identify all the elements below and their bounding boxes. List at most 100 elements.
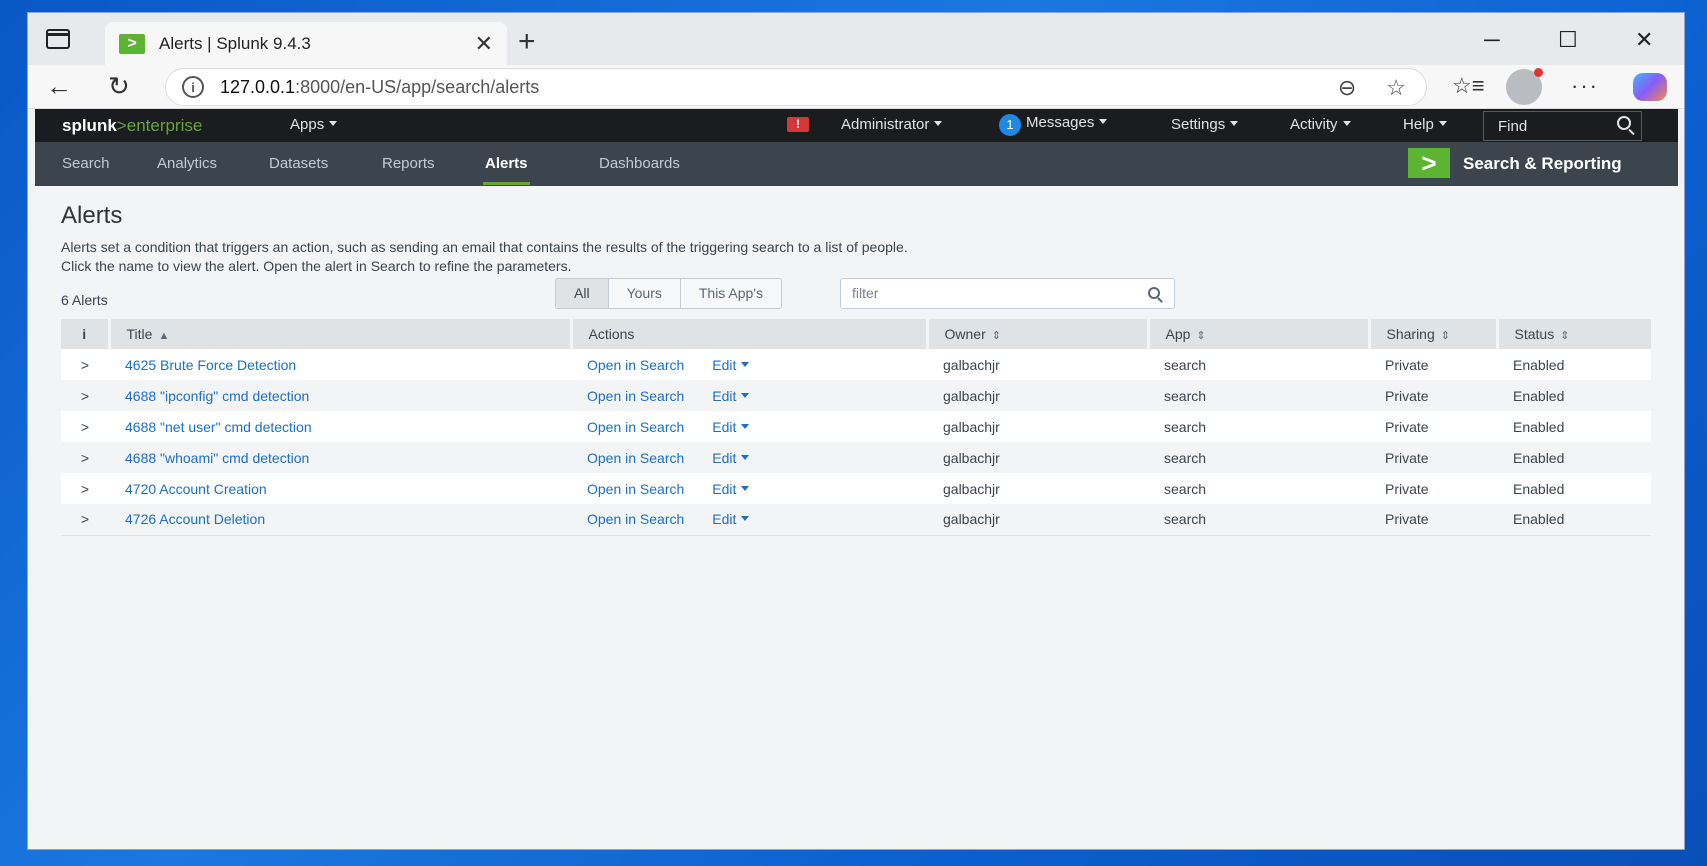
info-column-header: i (61, 319, 111, 349)
edit-menu[interactable]: Edit (712, 418, 750, 435)
expand-row-icon[interactable]: > (61, 411, 109, 442)
splunk-logo[interactable]: splunk>enterprise (62, 116, 202, 136)
actions-column-header: Actions (571, 319, 929, 349)
alert-title-link[interactable]: 4625 Brute Force Detection (125, 357, 296, 373)
sort-icon: ⇕ (1440, 330, 1450, 342)
zoom-out-icon[interactable]: ⊖ (1338, 75, 1356, 101)
alert-title-link[interactable]: 4688 "ipconfig" cmd detection (125, 388, 309, 404)
edit-menu[interactable]: Edit (712, 481, 750, 497)
open-in-search-link[interactable]: Open in Search (587, 388, 684, 404)
app-cell: search (1148, 442, 1369, 473)
owner-cell: galbachjr (927, 442, 1148, 473)
tab-strip: > Alerts | Splunk 9.4.3 ✕ + ─ ☐ ✕ (28, 13, 1684, 65)
favorites-list-icon[interactable]: ☆≡ (1452, 73, 1485, 99)
status-column-header[interactable]: Status ⇕ (1497, 319, 1651, 349)
messages-count-badge: 1 (999, 114, 1021, 136)
search-reporting-logo-icon: > (1408, 148, 1450, 178)
profile-avatar[interactable] (1506, 68, 1543, 105)
alert-badge-icon[interactable]: ! (787, 117, 809, 132)
alert-title-link[interactable]: 4688 "net user" cmd detection (125, 419, 312, 435)
info-icon: i (82, 326, 87, 342)
settings-menu[interactable]: Settings (1171, 116, 1239, 133)
filter-input[interactable]: filter (840, 278, 1175, 309)
table-row: > 4688 "ipconfig" cmd detection Open in … (61, 380, 1651, 411)
expand-row-icon[interactable]: > (61, 504, 109, 536)
expand-row-icon[interactable]: > (61, 380, 109, 411)
edit-menu[interactable]: Edit (712, 387, 750, 404)
new-tab-icon[interactable]: + (518, 25, 536, 59)
chevron-down-icon (1438, 121, 1447, 126)
app-column-header[interactable]: App ⇕ (1148, 319, 1371, 349)
title-column-header[interactable]: Title ▲ (109, 319, 573, 349)
edit-label: Edit (712, 418, 737, 435)
table-row: > 4720 Account Creation Open in Search Ed… (61, 473, 1651, 504)
edit-label: Edit (712, 356, 737, 373)
url-input[interactable]: i 127.0.0.1:8000/en-US/app/search/alerts… (165, 68, 1427, 106)
administrator-menu[interactable]: Administrator (841, 116, 943, 133)
alert-title-link[interactable]: 4720 Account Creation (125, 481, 267, 497)
owner-column-header[interactable]: Owner ⇕ (927, 319, 1150, 349)
activity-menu[interactable]: Activity (1290, 116, 1351, 133)
sort-icon: ⇕ (1560, 330, 1570, 342)
open-in-search-link[interactable]: Open in Search (587, 450, 684, 466)
expand-row-icon[interactable]: > (61, 349, 109, 380)
tab-title: Alerts | Splunk 9.4.3 (159, 33, 311, 53)
chevron-down-icon (741, 485, 750, 491)
alert-title-link[interactable]: 4726 Account Deletion (125, 511, 265, 527)
copilot-icon[interactable] (1633, 73, 1667, 101)
edit-label: Edit (712, 387, 737, 404)
filter-yours-button[interactable]: Yours (608, 279, 681, 308)
open-in-search-link[interactable]: Open in Search (587, 419, 684, 435)
app-cell: search (1148, 473, 1369, 504)
close-tab-icon[interactable]: ✕ (475, 31, 493, 57)
open-in-search-link[interactable]: Open in Search (587, 511, 684, 527)
tab-actions-icon[interactable] (46, 29, 70, 49)
tab-dashboards[interactable]: Dashboards (599, 155, 680, 172)
filter-all-button[interactable]: All (556, 279, 609, 308)
actions-header-label: Actions (588, 326, 635, 342)
tab-search[interactable]: Search (62, 155, 110, 172)
filter-this-app-button[interactable]: This App's (680, 279, 782, 308)
apps-menu[interactable]: Apps (290, 116, 338, 133)
edit-menu[interactable]: Edit (712, 356, 750, 373)
chevron-down-icon (741, 361, 750, 367)
search-icon[interactable] (1617, 116, 1631, 130)
alert-title-link[interactable]: 4688 "whoami" cmd detection (125, 450, 309, 466)
sort-icon: ⇕ (1196, 330, 1206, 342)
open-in-search-link[interactable]: Open in Search (587, 481, 684, 497)
minimize-icon[interactable]: ─ (1484, 27, 1500, 53)
site-info-icon[interactable]: i (182, 76, 204, 98)
sharing-cell: Private (1369, 473, 1497, 504)
find-input[interactable]: Find (1483, 111, 1642, 141)
tab-datasets[interactable]: Datasets (269, 155, 328, 172)
back-icon[interactable]: ← (46, 71, 72, 102)
edit-menu[interactable]: Edit (712, 511, 750, 527)
messages-menu[interactable]: 1 Messages (999, 114, 1108, 136)
logo-gt-text: > (116, 115, 127, 135)
expand-row-icon[interactable]: > (61, 442, 109, 473)
tab-reports[interactable]: Reports (382, 155, 435, 172)
app-cell: search (1148, 380, 1369, 411)
browser-tab[interactable]: > Alerts | Splunk 9.4.3 ✕ (105, 22, 507, 65)
sharing-column-header[interactable]: Sharing ⇕ (1369, 319, 1499, 349)
reload-icon[interactable]: ↻ (108, 71, 130, 102)
maximize-icon[interactable]: ☐ (1558, 27, 1578, 53)
status-header-label: Status (1514, 326, 1555, 342)
app-header-label: App (1165, 326, 1191, 342)
app-title[interactable]: Search & Reporting (1463, 154, 1622, 174)
activity-label: Activity (1290, 116, 1338, 133)
search-icon[interactable] (1148, 287, 1160, 299)
status-cell: Enabled (1497, 504, 1651, 536)
tab-analytics[interactable]: Analytics (157, 155, 217, 172)
more-menu-icon[interactable]: ··· (1571, 73, 1599, 99)
find-label: Find (1498, 117, 1528, 135)
tab-alerts[interactable]: Alerts (483, 155, 530, 185)
edit-menu[interactable]: Edit (712, 450, 750, 466)
chevron-down-icon (1342, 121, 1351, 126)
favorite-star-icon[interactable]: ☆ (1386, 75, 1406, 101)
expand-row-icon[interactable]: > (61, 473, 109, 504)
help-menu[interactable]: Help (1403, 116, 1447, 133)
close-window-icon[interactable]: ✕ (1635, 27, 1653, 53)
open-in-search-link[interactable]: Open in Search (587, 357, 684, 373)
address-bar: ← ↻ i 127.0.0.1:8000/en-US/app/search/al… (28, 65, 1684, 109)
